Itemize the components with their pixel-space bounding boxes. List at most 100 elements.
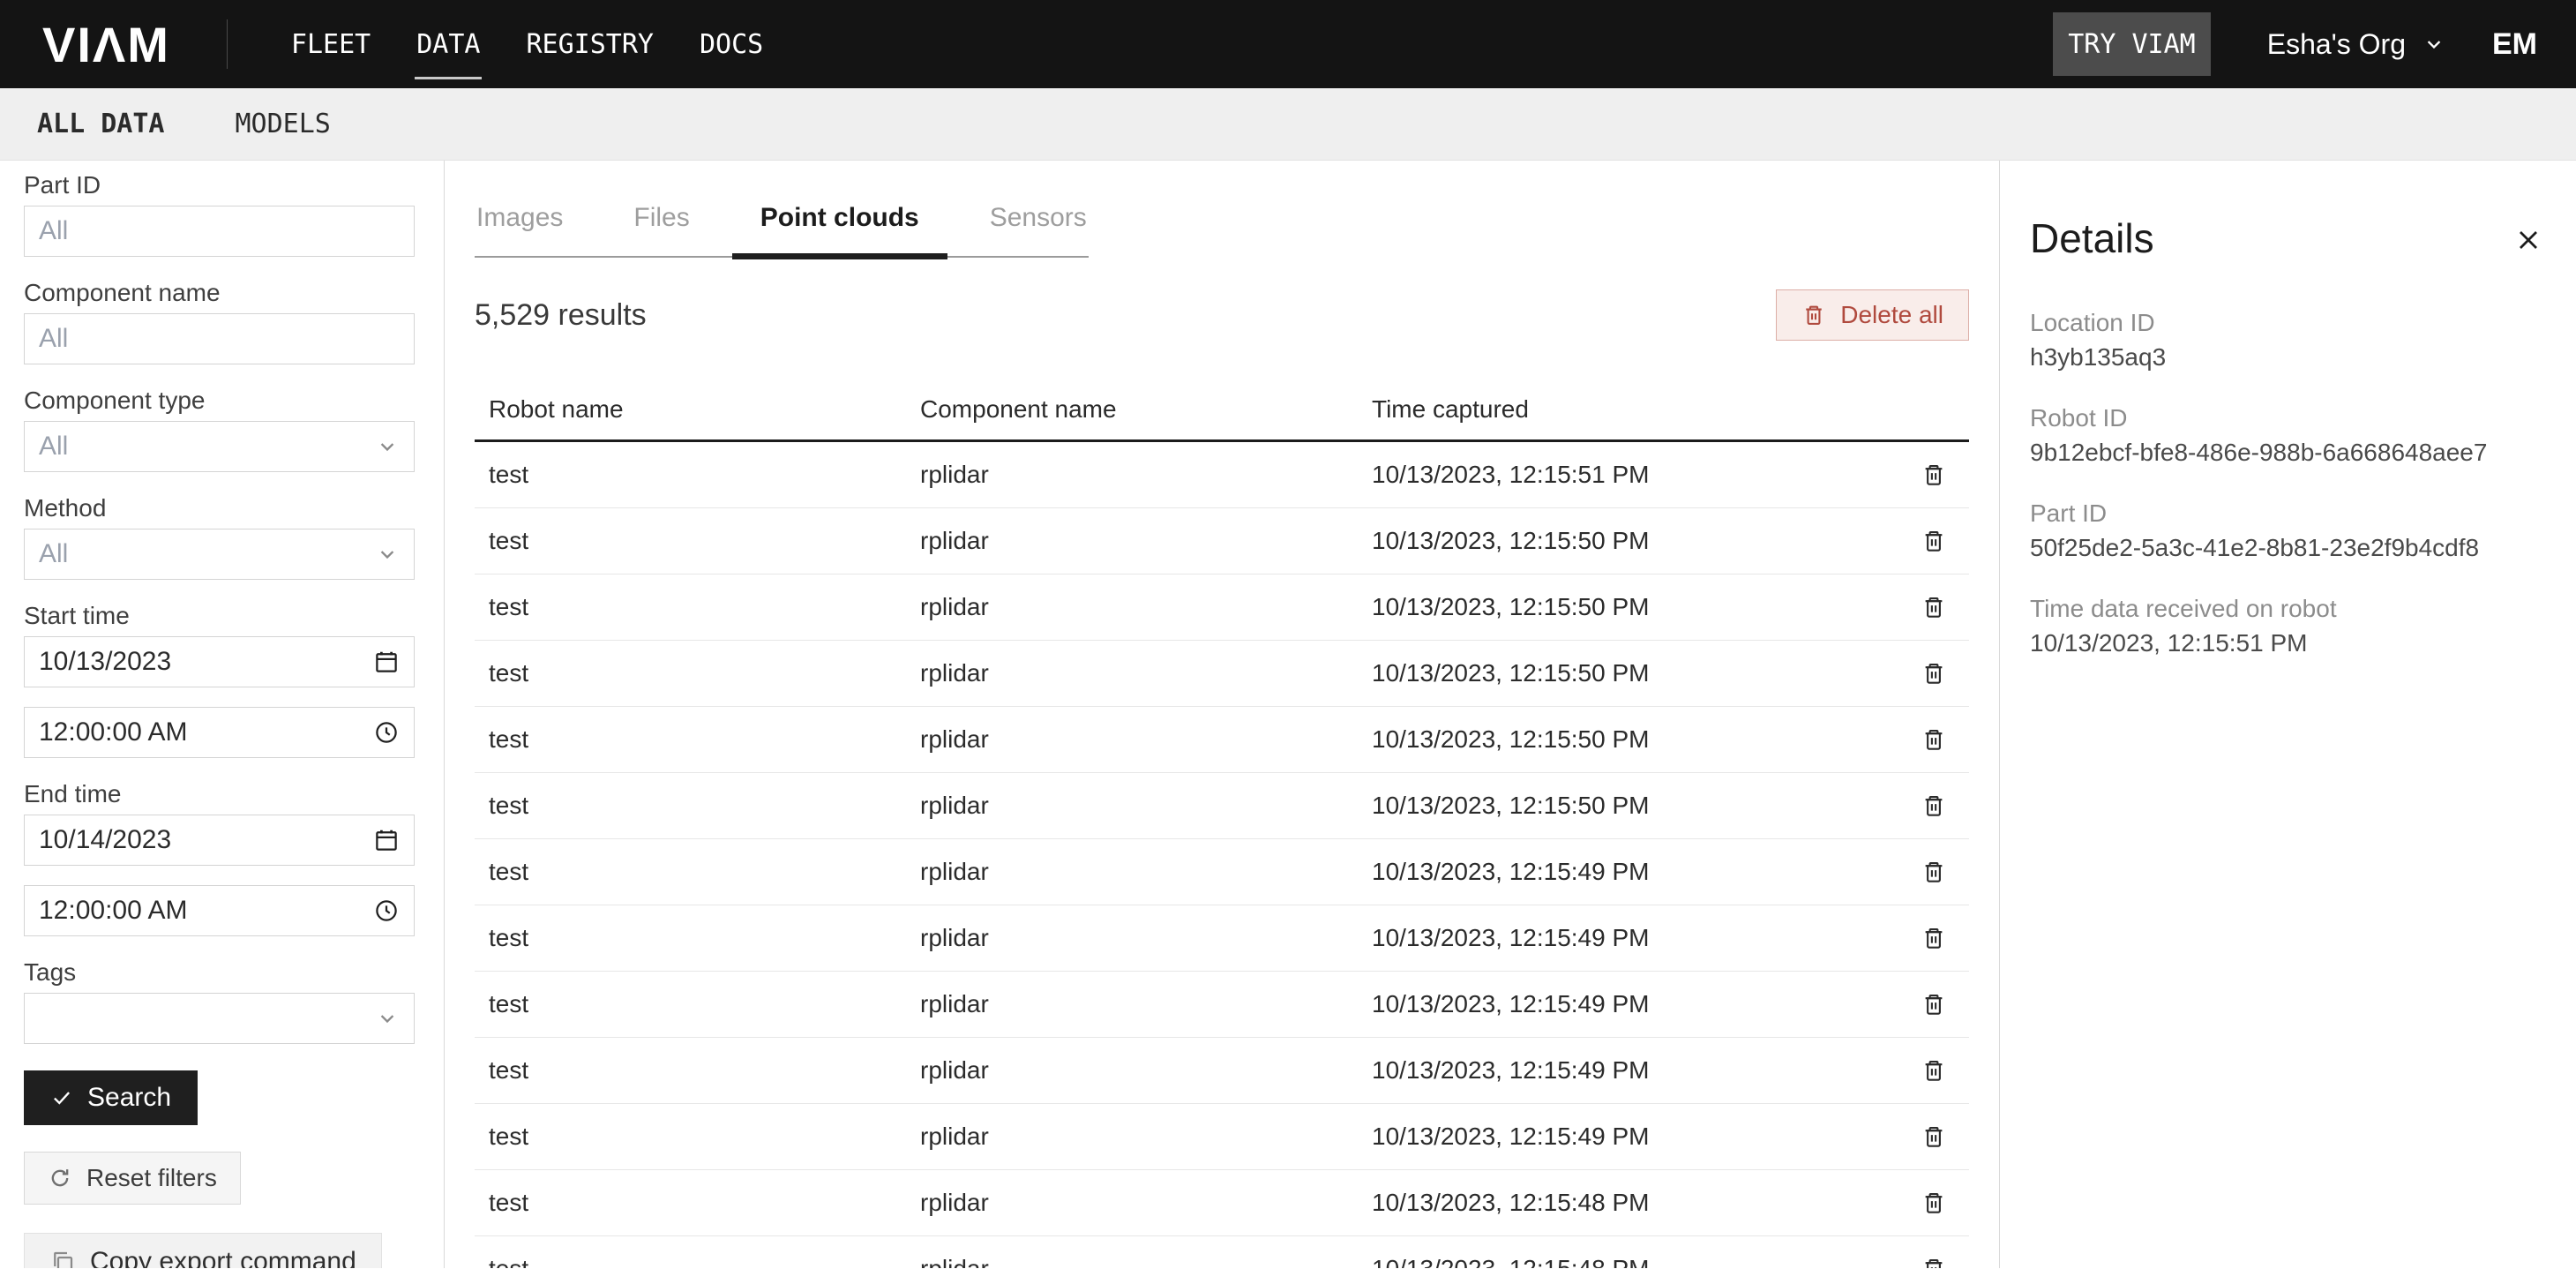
nav-item-fleet[interactable]: FLEET — [291, 22, 371, 67]
table-row[interactable]: test rplidar 10/13/2023, 12:15:49 PM — [475, 1038, 1969, 1104]
table-row[interactable]: test rplidar 10/13/2023, 12:15:49 PM — [475, 905, 1969, 972]
delete-row-button[interactable] — [1898, 726, 1969, 753]
component-type-label: Component type — [24, 387, 415, 414]
table-row[interactable]: test rplidar 10/13/2023, 12:15:50 PM — [475, 508, 1969, 574]
method-select[interactable]: All — [24, 529, 415, 580]
table-row[interactable]: test rplidar 10/13/2023, 12:15:48 PM — [475, 1236, 1969, 1268]
details-field: Time data received on robot 10/13/2023, … — [2030, 595, 2550, 658]
nav-item-data[interactable]: DATA — [416, 22, 480, 67]
delete-row-button[interactable] — [1898, 594, 1969, 620]
trash-icon — [1921, 925, 1947, 951]
cell-time-captured: 10/13/2023, 12:15:51 PM — [1372, 461, 1898, 489]
refresh-icon — [48, 1166, 72, 1190]
chevron-down-icon — [375, 434, 400, 459]
cell-time-captured: 10/13/2023, 12:15:48 PM — [1372, 1189, 1898, 1217]
trash-icon — [1921, 660, 1947, 687]
delete-row-button[interactable] — [1898, 859, 1969, 885]
details-field-value: 50f25de2-5a3c-41e2-8b81-23e2f9b4cdf8 — [2030, 533, 2550, 563]
table-row[interactable]: test rplidar 10/13/2023, 12:15:50 PM — [475, 773, 1969, 839]
delete-row-button[interactable] — [1898, 792, 1969, 819]
tags-label: Tags — [24, 959, 415, 986]
column-time-captured: Time captured — [1372, 395, 1898, 424]
cell-time-captured: 10/13/2023, 12:15:49 PM — [1372, 1123, 1898, 1151]
start-time-input[interactable]: 12:00:00 AM — [24, 707, 415, 758]
cell-component-name: rplidar — [920, 461, 1372, 489]
subnav-item-models[interactable]: MODELS — [236, 109, 331, 139]
component-name-input[interactable] — [39, 324, 400, 354]
reset-filters-button[interactable]: Reset filters — [24, 1152, 241, 1205]
method-label: Method — [24, 495, 415, 522]
table-row[interactable]: test rplidar 10/13/2023, 12:15:49 PM — [475, 1104, 1969, 1170]
component-type-select[interactable]: All — [24, 421, 415, 472]
viam-logo[interactable]: VIΛM — [42, 16, 170, 73]
delete-row-button[interactable] — [1898, 462, 1969, 488]
try-viam-button[interactable]: TRY VIAM — [2053, 12, 2211, 76]
chevron-down-icon — [2422, 32, 2446, 56]
subnav-item-all-data[interactable]: ALL DATA — [37, 109, 165, 139]
table-row[interactable]: test rplidar 10/13/2023, 12:15:51 PM — [475, 442, 1969, 508]
calendar-icon[interactable] — [373, 649, 400, 675]
copy-icon — [49, 1249, 76, 1268]
cell-component-name: rplidar — [920, 659, 1372, 687]
start-time-label: Start time — [24, 603, 415, 629]
delete-row-button[interactable] — [1898, 991, 1969, 1017]
delete-all-button[interactable]: Delete all — [1776, 289, 1969, 341]
search-button[interactable]: Search — [24, 1070, 198, 1125]
copy-export-command-button[interactable]: Copy export command — [24, 1233, 382, 1268]
clock-icon[interactable] — [373, 719, 400, 746]
org-dropdown[interactable]: Esha's Org — [2267, 28, 2446, 61]
clock-icon[interactable] — [373, 897, 400, 924]
details-field-value: 10/13/2023, 12:15:51 PM — [2030, 628, 2550, 658]
cell-time-captured: 10/13/2023, 12:15:50 PM — [1372, 593, 1898, 621]
tags-select[interactable] — [24, 993, 415, 1044]
trash-icon — [1921, 1256, 1947, 1268]
details-field-value: h3yb135aq3 — [2030, 342, 2550, 372]
close-icon[interactable] — [2507, 219, 2550, 261]
table-row[interactable]: test rplidar 10/13/2023, 12:15:50 PM — [475, 641, 1969, 707]
component-name-field-wrap — [24, 313, 415, 364]
delete-row-button[interactable] — [1898, 528, 1969, 554]
table-row[interactable]: test rplidar 10/13/2023, 12:15:50 PM — [475, 574, 1969, 641]
nav-item-registry[interactable]: REGISTRY — [526, 22, 654, 67]
delete-row-button[interactable] — [1898, 660, 1969, 687]
calendar-icon[interactable] — [373, 827, 400, 853]
trash-icon — [1921, 991, 1947, 1017]
part-id-input[interactable] — [39, 216, 400, 246]
details-field-value: 9b12ebcf-bfe8-486e-988b-6a668648aee7 — [2030, 438, 2550, 468]
chevron-down-icon — [375, 1006, 400, 1031]
tab-files[interactable]: Files — [633, 203, 689, 256]
nav-item-docs[interactable]: DOCS — [700, 22, 763, 67]
trash-icon — [1921, 726, 1947, 753]
tab-point-clouds[interactable]: Point clouds — [760, 203, 919, 256]
delete-row-button[interactable] — [1898, 1256, 1969, 1268]
cell-component-name: rplidar — [920, 858, 1372, 886]
cell-time-captured: 10/13/2023, 12:15:49 PM — [1372, 990, 1898, 1018]
filter-sidebar: Part ID Component name Component type Al… — [0, 161, 445, 1268]
table-row[interactable]: test rplidar 10/13/2023, 12:15:49 PM — [475, 972, 1969, 1038]
cell-component-name: rplidar — [920, 527, 1372, 555]
trash-icon — [1921, 1123, 1947, 1150]
nav-menu: FLEET DATA REGISTRY DOCS — [291, 22, 763, 67]
end-date-input[interactable]: 10/14/2023 — [24, 815, 415, 866]
cell-component-name: rplidar — [920, 1255, 1372, 1268]
cell-robot-name: test — [475, 527, 920, 555]
tab-images[interactable]: Images — [476, 203, 563, 256]
component-name-label: Component name — [24, 280, 415, 306]
delete-row-button[interactable] — [1898, 1057, 1969, 1084]
part-id-field-wrap — [24, 206, 415, 257]
cell-time-captured: 10/13/2023, 12:15:49 PM — [1372, 924, 1898, 952]
delete-row-button[interactable] — [1898, 1123, 1969, 1150]
start-date-input[interactable]: 10/13/2023 — [24, 636, 415, 687]
cell-component-name: rplidar — [920, 924, 1372, 952]
avatar[interactable]: EM — [2492, 27, 2537, 62]
details-field-label: Time data received on robot — [2030, 595, 2550, 623]
cell-robot-name: test — [475, 858, 920, 886]
table-row[interactable]: test rplidar 10/13/2023, 12:15:48 PM — [475, 1170, 1969, 1236]
table-row[interactable]: test rplidar 10/13/2023, 12:15:49 PM — [475, 839, 1969, 905]
delete-row-button[interactable] — [1898, 1190, 1969, 1216]
end-time-input[interactable]: 12:00:00 AM — [24, 885, 415, 936]
column-component-name: Component name — [920, 395, 1372, 424]
tab-sensors[interactable]: Sensors — [990, 203, 1087, 256]
delete-row-button[interactable] — [1898, 925, 1969, 951]
table-row[interactable]: test rplidar 10/13/2023, 12:15:50 PM — [475, 707, 1969, 773]
